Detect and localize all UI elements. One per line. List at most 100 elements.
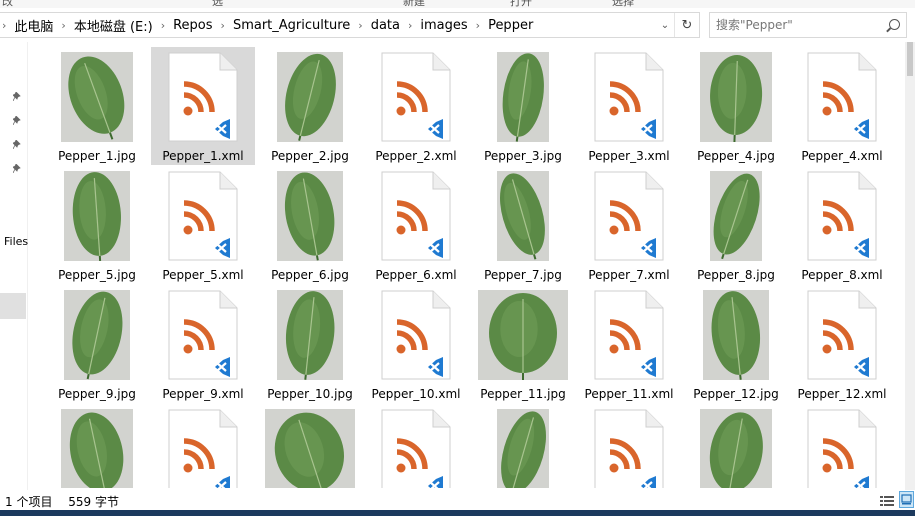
file-item-xml[interactable]: Pepper_5.xml xyxy=(151,166,255,284)
xml-file-icon xyxy=(790,52,894,142)
xml-file-icon xyxy=(577,52,681,142)
address-bar[interactable]: › 此电脑 › 本地磁盘 (E:) › Repos › Smart_Agricu… xyxy=(0,12,700,38)
image-thumbnail xyxy=(684,171,788,261)
file-item-xml[interactable]: Pepper_12.xml xyxy=(790,285,894,403)
ribbon-label: 改 xyxy=(2,0,13,8)
chevron-right-icon[interactable]: › xyxy=(408,19,412,32)
image-thumbnail xyxy=(45,171,149,261)
image-thumbnail xyxy=(684,409,788,488)
file-item-xml[interactable]: Pepper_3.xml xyxy=(577,47,681,165)
xml-file-icon xyxy=(151,171,255,261)
file-item-xml[interactable]: Pepper_10.xml xyxy=(364,285,468,403)
file-item-xml[interactable]: Pepper_8.xml xyxy=(790,166,894,284)
file-item-image[interactable]: Pepper_6.jpg xyxy=(258,166,362,284)
search-box[interactable] xyxy=(709,12,907,38)
pin-icon[interactable] xyxy=(13,164,21,173)
xml-file-icon xyxy=(364,52,468,142)
file-item-image[interactable]: Pepper_3.jpg xyxy=(471,47,575,165)
chevron-right-icon[interactable]: › xyxy=(161,19,165,32)
search-icon[interactable] xyxy=(889,19,900,30)
refresh-icon[interactable]: ↻ xyxy=(674,13,699,37)
nav-item-selected[interactable] xyxy=(0,293,26,319)
chevron-right-icon[interactable]: › xyxy=(2,19,6,32)
breadcrumb-data[interactable]: data xyxy=(371,18,400,33)
file-item-image[interactable]: Pepper_9.jpg xyxy=(45,285,149,403)
search-input[interactable] xyxy=(716,16,876,34)
file-name: Pepper_12.xml xyxy=(797,387,887,401)
file-name: Pepper_9.jpg xyxy=(58,387,136,401)
status-text: 1 个项目 559 字节 xyxy=(5,493,119,510)
chevron-right-icon[interactable]: › xyxy=(476,19,480,32)
item-size: 559 字节 xyxy=(68,495,120,509)
image-thumbnail xyxy=(684,52,788,142)
image-thumbnail xyxy=(45,290,149,380)
file-item-image[interactable]: Pepper_8.jpg xyxy=(684,166,788,284)
image-thumbnail xyxy=(45,409,149,488)
breadcrumb-local-disk[interactable]: 本地磁盘 (E:) xyxy=(74,16,153,35)
chevron-down-icon[interactable]: ⌄ xyxy=(657,13,673,37)
file-item-image[interactable]: Pepper_2.jpg xyxy=(258,47,362,165)
file-item-image[interactable]: Pepper_12.jpg xyxy=(684,285,788,403)
file-item-image[interactable] xyxy=(258,404,362,488)
file-item-xml[interactable]: Pepper_7.xml xyxy=(577,166,681,284)
xml-file-icon xyxy=(151,409,255,488)
breadcrumb-this-pc[interactable]: 此电脑 xyxy=(14,16,53,35)
chevron-right-icon[interactable]: › xyxy=(61,19,65,32)
image-thumbnail xyxy=(258,409,362,488)
xml-file-icon xyxy=(577,409,681,488)
breadcrumb-smart-agriculture[interactable]: Smart_Agriculture xyxy=(233,18,350,33)
ribbon-remnant: 改 选 新建 打开 选择 xyxy=(0,0,915,8)
file-item-image[interactable]: Pepper_5.jpg xyxy=(45,166,149,284)
breadcrumb: › 此电脑 › 本地磁盘 (E:) › Repos › Smart_Agricu… xyxy=(0,13,533,37)
image-thumbnail xyxy=(45,52,149,142)
status-bar: 1 个项目 559 字节 xyxy=(0,490,915,510)
file-item-xml[interactable] xyxy=(790,404,894,488)
file-name: Pepper_9.xml xyxy=(162,387,244,401)
file-name: Pepper_11.jpg xyxy=(480,387,566,401)
file-item-image[interactable]: Pepper_11.jpg xyxy=(471,285,575,403)
xml-file-icon xyxy=(790,409,894,488)
breadcrumb-images[interactable]: images xyxy=(420,18,467,33)
file-item-image[interactable]: Pepper_4.jpg xyxy=(684,47,788,165)
file-name: Pepper_4.xml xyxy=(801,149,883,163)
pin-icon[interactable] xyxy=(13,92,21,101)
file-name: Pepper_3.jpg xyxy=(484,149,562,163)
file-name: Pepper_11.xml xyxy=(584,387,674,401)
file-item-image[interactable]: Pepper_1.jpg xyxy=(45,47,149,165)
xml-file-icon xyxy=(364,171,468,261)
file-name: Pepper_6.jpg xyxy=(271,268,349,282)
file-item-image[interactable]: Pepper_10.jpg xyxy=(258,285,362,403)
image-thumbnail xyxy=(471,409,575,488)
file-item-image[interactable]: Pepper_7.jpg xyxy=(471,166,575,284)
taskbar xyxy=(0,510,915,516)
xml-file-icon xyxy=(577,290,681,380)
breadcrumb-pepper[interactable]: Pepper xyxy=(488,18,533,33)
file-item-xml[interactable]: Pepper_11.xml xyxy=(577,285,681,403)
xml-file-icon xyxy=(790,171,894,261)
file-item-xml[interactable] xyxy=(577,404,681,488)
file-item-xml[interactable] xyxy=(151,404,255,488)
chevron-right-icon[interactable]: › xyxy=(221,19,225,32)
file-name: Pepper_10.jpg xyxy=(267,387,353,401)
file-item-xml[interactable]: Pepper_4.xml xyxy=(790,47,894,165)
file-item-xml[interactable] xyxy=(364,404,468,488)
file-name: Pepper_1.jpg xyxy=(58,149,136,163)
chevron-right-icon[interactable]: › xyxy=(358,19,362,32)
file-item-xml[interactable]: Pepper_2.xml xyxy=(364,47,468,165)
file-item-xml[interactable]: Pepper_1.xml xyxy=(151,47,255,165)
file-item-xml[interactable]: Pepper_6.xml xyxy=(364,166,468,284)
breadcrumb-repos[interactable]: Repos xyxy=(173,18,212,33)
file-grid: Pepper_1.jpg Pepper_1.xml Pepper_2.jpg Pepp… xyxy=(45,47,905,488)
pin-icon[interactable] xyxy=(13,116,21,125)
file-item-image[interactable] xyxy=(684,404,788,488)
pin-icon[interactable] xyxy=(13,140,21,149)
details-view-icon[interactable] xyxy=(879,493,895,507)
file-item-image[interactable] xyxy=(471,404,575,488)
file-item-xml[interactable]: Pepper_9.xml xyxy=(151,285,255,403)
scrollbar-thumb[interactable] xyxy=(907,42,913,76)
file-item-image[interactable] xyxy=(45,404,149,488)
large-icons-view-icon[interactable] xyxy=(899,491,914,508)
nav-item-files[interactable]: Files xyxy=(4,235,28,248)
file-name: Pepper_3.xml xyxy=(588,149,670,163)
vertical-scrollbar[interactable] xyxy=(905,42,915,490)
